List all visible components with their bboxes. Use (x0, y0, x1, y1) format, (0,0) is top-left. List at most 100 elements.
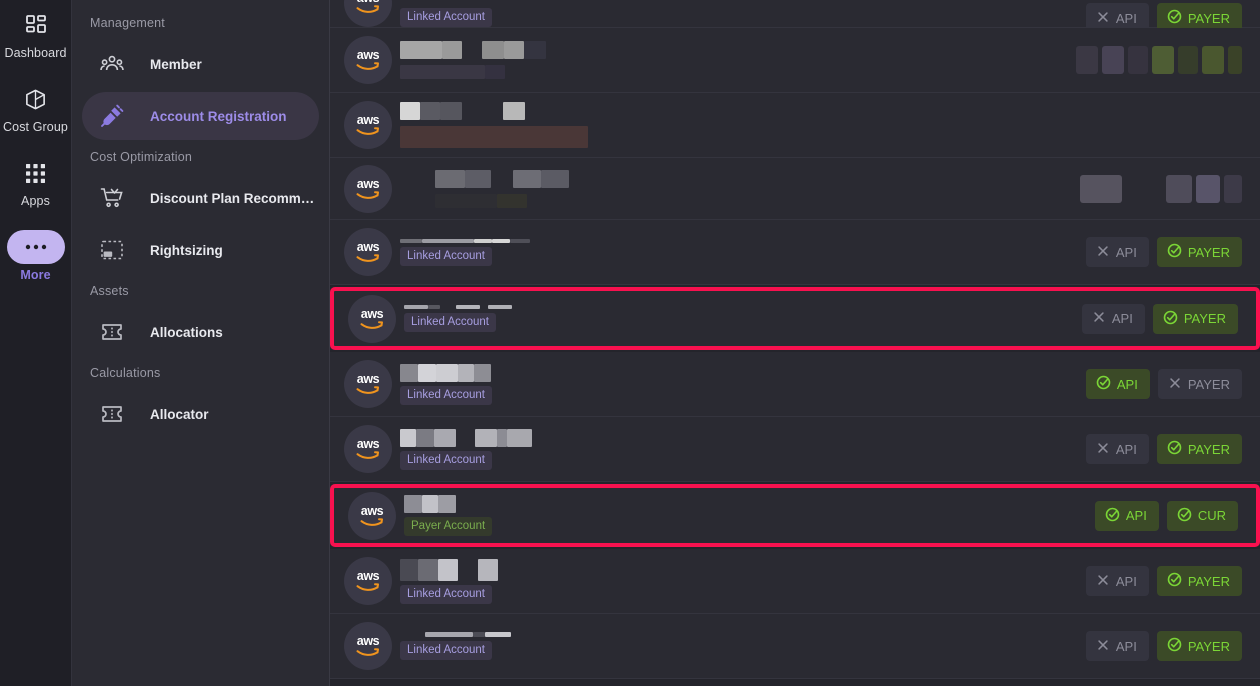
status-badge-payer[interactable]: PAYER (1156, 434, 1242, 464)
redacted-block (462, 102, 503, 120)
rail-item-cost-group[interactable]: Cost Group (0, 82, 72, 134)
redacted-block (400, 65, 485, 79)
rail-label-dashboard: Dashboard (4, 46, 67, 60)
redacted-block (1224, 174, 1242, 203)
status-badge-api[interactable]: API (1085, 434, 1149, 464)
status-badge-label: API (1115, 10, 1137, 26)
status-badge-label: API (1115, 244, 1137, 260)
table-row[interactable]: aws (330, 158, 1260, 220)
sidebar-item-label-rightsizing: Rightsizing (150, 242, 223, 258)
table-row-highlighted[interactable]: aws Linked Account API PAYER (330, 287, 1260, 350)
redacted-block (400, 238, 422, 243)
status-badge-api[interactable]: API (1085, 631, 1149, 661)
status-badge-api[interactable]: API (1081, 303, 1145, 334)
table-row[interactable]: aws (330, 28, 1260, 93)
check-circle-icon (1167, 440, 1182, 455)
account-type-badge: Linked Account (400, 246, 493, 266)
secondary-sidebar: Management Member Account Registration C… (72, 0, 330, 686)
status-badge-label: API (1115, 573, 1137, 589)
redacted-block (492, 238, 510, 243)
people-icon (94, 54, 130, 74)
status-badge-api[interactable]: API (1085, 566, 1149, 596)
status-badge-cur[interactable]: CUR (1166, 500, 1238, 531)
sidebar-item-allocations[interactable]: Allocations (82, 308, 319, 356)
redacted-text-blocks (435, 169, 1070, 188)
status-badge-api[interactable]: API (1094, 500, 1159, 531)
account-info: Payer Account (404, 495, 1085, 536)
aws-logo-icon: aws (348, 491, 396, 540)
account-info (400, 41, 1066, 79)
redacted-block (1202, 46, 1224, 74)
table-row-highlighted[interactable]: aws Payer Account API CUR (330, 484, 1260, 547)
redacted-block (400, 41, 442, 59)
status-badge-api[interactable]: API (1085, 369, 1150, 399)
redacted-block (458, 363, 474, 382)
redacted-block (418, 558, 438, 581)
status-badge-label: PAYER (1187, 244, 1230, 260)
status-badge-api[interactable]: API (1085, 237, 1149, 267)
rail-item-dashboard[interactable]: Dashboard (0, 8, 72, 60)
table-row[interactable]: aws Linked Account API PAYER (330, 352, 1260, 417)
check-circle-icon (1177, 507, 1192, 525)
table-row[interactable]: aws Linked Account API PAYER (330, 417, 1260, 482)
sidebar-item-account-registration[interactable]: Account Registration (82, 92, 319, 140)
sidebar-item-member[interactable]: Member (82, 40, 319, 88)
redacted-block (1196, 174, 1220, 203)
redacted-block (475, 428, 497, 447)
check-circle-icon (1167, 9, 1182, 24)
status-badge-label: API (1116, 376, 1138, 392)
status-badge-label: PAYER (1187, 10, 1230, 26)
redacted-block (504, 41, 524, 59)
check-circle-icon (1096, 375, 1111, 390)
rail-item-more[interactable]: More (0, 230, 72, 282)
status-badge-payer[interactable]: PAYER (1152, 303, 1238, 334)
redacted-block (458, 559, 478, 581)
sidebar-item-label-allocations: Allocations (150, 324, 223, 340)
account-info: Linked Account (404, 305, 1072, 332)
close-x-icon (1098, 11, 1108, 22)
table-row[interactable]: aws Linked Account API PAYER (330, 614, 1260, 679)
status-badge-payer[interactable]: PAYER (1156, 237, 1242, 267)
rail-label-cost-group: Cost Group (3, 120, 68, 134)
status-badge-label: API (1115, 441, 1137, 457)
status-badge-payer[interactable]: PAYER (1157, 369, 1242, 399)
account-info: Linked Account (400, 632, 1076, 660)
account-type-badge: Linked Account (400, 584, 493, 604)
sidebar-item-discount-plan-recommendation[interactable]: Discount Plan Recommend… (82, 174, 319, 222)
account-info (400, 102, 1232, 148)
redacted-block (524, 41, 546, 59)
table-row[interactable]: aws Linked Account API PAYER (330, 549, 1260, 614)
aws-logo-icon: aws (344, 101, 392, 149)
aws-logo-icon: aws (344, 557, 392, 605)
table-row[interactable]: aws Linked Account API PAYER (330, 0, 1260, 33)
redacted-block (513, 169, 541, 188)
redacted-block (474, 363, 491, 382)
redacted-text-blocks (400, 363, 1076, 382)
aws-logo-icon: aws (344, 36, 392, 84)
close-x-icon (1094, 312, 1104, 322)
status-badge-group (1080, 174, 1242, 203)
cart-icon (94, 186, 130, 210)
cube-icon (7, 82, 65, 116)
redacted-block (404, 495, 422, 513)
sidebar-item-allocator[interactable]: Allocator (82, 390, 319, 438)
aws-logo-icon: aws (344, 425, 392, 473)
redacted-text-blocks (400, 102, 1232, 120)
status-badge-label: PAYER (1183, 311, 1226, 326)
table-row[interactable]: aws (330, 93, 1260, 158)
account-list: aws Linked Account API PAYER aws aws aws aws Lin… (330, 0, 1260, 679)
redacted-block (422, 495, 438, 513)
redacted-block (1178, 46, 1198, 74)
status-badge-label: CUR (1197, 508, 1226, 523)
account-info: Linked Account (400, 558, 1076, 604)
redacted-block (422, 238, 474, 243)
sidebar-section-title-management: Management (90, 16, 165, 30)
status-badge-payer[interactable]: PAYER (1156, 631, 1242, 661)
status-badge-payer[interactable]: PAYER (1156, 566, 1242, 596)
redacted-block (438, 495, 456, 513)
sidebar-item-rightsizing[interactable]: Rightsizing (82, 226, 319, 274)
status-badge-label: API (1125, 508, 1147, 523)
rail-item-apps[interactable]: Apps (0, 156, 72, 208)
table-row[interactable]: aws Linked Account API PAYER (330, 220, 1260, 285)
redacted-block (436, 363, 458, 382)
